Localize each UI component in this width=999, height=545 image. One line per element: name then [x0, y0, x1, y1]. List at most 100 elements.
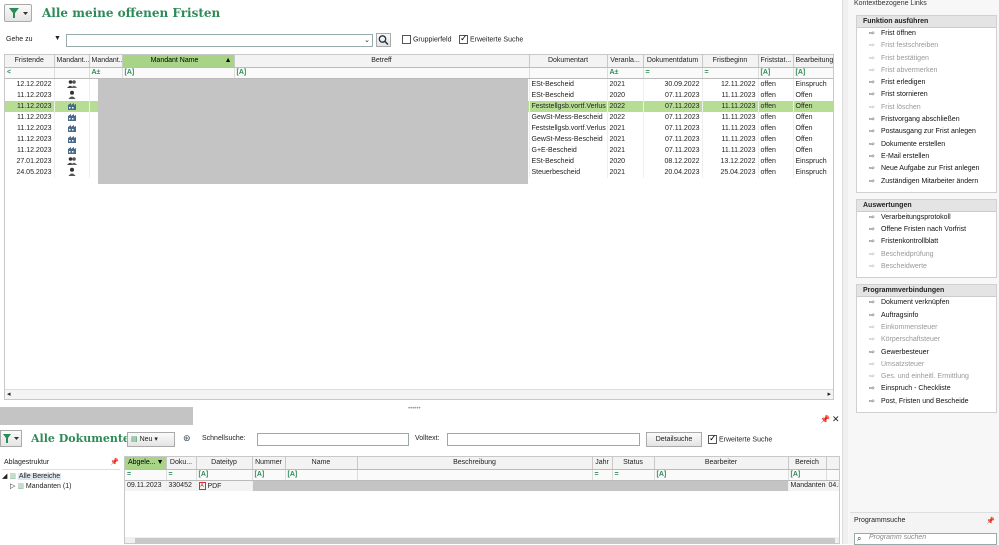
filter-cell[interactable]: [A] — [285, 469, 358, 481]
horizontal-scrollbar[interactable] — [125, 537, 839, 543]
column-header-0[interactable]: Abgele... ▼ — [125, 457, 167, 470]
sidebar-link-dokument-verknüpfen[interactable]: Dokument verknüpfen — [857, 298, 996, 311]
pin-icon[interactable]: 📌 — [986, 517, 995, 525]
column-header-8[interactable]: Fristbeginn — [702, 55, 759, 68]
checkbox-box[interactable] — [708, 433, 717, 444]
grid-filter-row[interactable]: = = [A] [A] [A] = = [A] [A] — [125, 469, 839, 481]
scroll-right-icon[interactable]: ▸ — [827, 390, 831, 398]
pin-icon[interactable]: 📌 — [110, 458, 119, 466]
column-header-6[interactable]: Jahr — [592, 457, 613, 470]
pin-icon[interactable]: 📌 — [820, 415, 830, 424]
filter-cell[interactable] — [826, 469, 839, 481]
column-header-3[interactable]: Nummer — [252, 457, 286, 470]
column-header-9[interactable]: Bereich — [788, 457, 827, 470]
sidebar-link-zuständigen-mitarbeiter-ändern[interactable]: Zuständigen Mitarbeiter ändern — [857, 177, 996, 190]
filter-cell[interactable]: [A] — [196, 469, 253, 481]
erweiterte-suche-checkbox[interactable]: Erweiterte Suche — [708, 433, 772, 444]
grid-filter-row[interactable]: < A± [A] [A] A± = = [A] [A] — [5, 67, 833, 79]
sidebar-link-gewerbesteuer[interactable]: Gewerbesteuer — [857, 348, 996, 361]
filter-cell[interactable]: [A] — [252, 469, 286, 481]
chevron-down-icon[interactable]: ▾ — [154, 436, 158, 443]
filter-cell[interactable]: = — [702, 67, 759, 79]
sidebar-link-fristvorgang-abschließen[interactable]: Fristvorgang abschließen — [857, 115, 996, 128]
column-header-5[interactable]: Beschreibung — [357, 457, 593, 470]
filter-cell[interactable]: A± — [607, 67, 644, 79]
column-header-5[interactable]: Dokumentart — [529, 55, 608, 68]
goto-input[interactable]: ⌄ — [66, 34, 373, 47]
filter-cell[interactable]: [A] — [234, 67, 530, 79]
filter-cell[interactable] — [529, 67, 608, 79]
filter-cell[interactable] — [54, 67, 90, 79]
volltext-input[interactable] — [447, 433, 640, 446]
column-header-extra[interactable] — [826, 457, 839, 470]
column-header-2[interactable]: Mandant... — [89, 55, 123, 68]
sidebar-link-offene-fristen-nach-vorfrist[interactable]: Offene Fristen nach Vorfrist — [857, 225, 996, 238]
splitter-handle[interactable]: •••••• — [408, 406, 421, 412]
column-header-1[interactable]: Doku... — [166, 457, 197, 470]
column-header-4[interactable]: Betreff — [234, 55, 530, 68]
sidebar-link-frist-stornieren[interactable]: Frist stornieren — [857, 90, 996, 103]
erweiterte-suche-checkbox[interactable]: Erweiterte Suche — [459, 33, 523, 44]
filter-cell[interactable]: = — [612, 469, 655, 481]
goto-dropdown-icon[interactable]: ▼ — [54, 35, 61, 42]
column-header-9[interactable]: Friststat... — [758, 55, 794, 68]
cell-fristbeginn: 11.11.2023 — [702, 133, 759, 145]
filter-cell[interactable] — [357, 469, 593, 481]
filter-cell[interactable]: [A] — [793, 67, 833, 79]
column-header-1[interactable]: Mandant... — [54, 55, 90, 68]
column-header-0[interactable]: Fristende — [5, 55, 55, 68]
filter-cell[interactable]: [A] — [788, 469, 827, 481]
sidebar-link-einspruch-checkliste[interactable]: Einspruch - Checkliste — [857, 384, 996, 397]
collapse-icon[interactable]: ◢ — [2, 473, 7, 480]
programmsuche-input[interactable]: ⌕ Programm suchen — [854, 533, 997, 545]
sidebar-link-auftragsinfo[interactable]: Auftragsinfo — [857, 311, 996, 324]
column-header-7[interactable]: Status — [612, 457, 655, 470]
sidebar-section-title: Funktion ausführen — [857, 16, 996, 28]
filter-cell[interactable]: [A] — [758, 67, 794, 79]
gruppierfeld-checkbox[interactable]: Gruppierfeld — [402, 35, 451, 44]
checkbox-box[interactable] — [459, 33, 468, 44]
sidebar-link-frist-erledigen[interactable]: Frist erledigen — [857, 78, 996, 91]
filter-cell[interactable]: = — [166, 469, 197, 481]
attach-icon[interactable]: ⊛ — [183, 433, 191, 444]
sidebar-link-frist-öffnen[interactable]: Frist öffnen — [857, 29, 996, 42]
scroll-thumb[interactable] — [135, 538, 835, 543]
column-header-4[interactable]: Name — [285, 457, 358, 470]
column-header-2[interactable]: Dateityp — [196, 457, 253, 470]
search-button[interactable] — [376, 33, 391, 47]
expand-icon[interactable]: ▷ — [10, 483, 15, 490]
detailsuche-button[interactable]: Detailsuche — [646, 432, 702, 447]
sidebar-link-neue-aufgabe-zur-frist-anlegen[interactable]: Neue Aufgabe zur Frist anlegen — [857, 164, 996, 177]
checkbox-box[interactable] — [402, 35, 411, 44]
schnellsuche-input[interactable] — [257, 433, 409, 446]
table-row[interactable]: 09.11.2023 330452 A PDF Mandanten 04.S — [125, 480, 839, 491]
filter-cell[interactable]: A± — [89, 67, 123, 79]
column-header-8[interactable]: Bearbeiter — [654, 457, 789, 470]
column-header-6[interactable]: Veranla... — [607, 55, 644, 68]
filter-icon — [9, 8, 28, 18]
neu-button[interactable]: ▤ Neu ▾ — [127, 432, 175, 447]
sidebar-link-e-mail-erstellen[interactable]: E-Mail erstellen — [857, 152, 996, 165]
column-header-7[interactable]: Dokumentdatum — [643, 55, 703, 68]
sidebar-link-dokumente-erstellen[interactable]: Dokumente erstellen — [857, 140, 996, 153]
filter-cell[interactable]: [A] — [654, 469, 789, 481]
tree-item-mandanten[interactable]: ▷ ▥ Mandanten (1) — [2, 482, 120, 492]
horizontal-scrollbar[interactable]: ◂ ▸ — [5, 389, 833, 399]
column-header-10[interactable]: Bearbeitungss — [793, 55, 833, 68]
filter-cell[interactable]: = — [592, 469, 613, 481]
filter-cell[interactable]: = — [643, 67, 703, 79]
sidebar-link-postausgang-zur-frist-anlegen[interactable]: Postausgang zur Frist anlegen — [857, 127, 996, 140]
filter-cell[interactable]: < — [5, 67, 55, 79]
tree-item-alle-bereiche[interactable]: ◢ ▥ Alle Bereiche — [2, 472, 120, 482]
sidebar-link-fristenkontrollblatt[interactable]: Fristenkontrollblatt — [857, 237, 996, 250]
scroll-left-icon[interactable]: ◂ — [7, 390, 11, 398]
column-header-3[interactable]: Mandant Name ▲ — [122, 55, 235, 68]
filter-dropdown-button[interactable] — [0, 430, 22, 447]
chevron-down-icon[interactable]: ⌄ — [364, 36, 370, 44]
filter-cell[interactable]: = — [125, 469, 167, 481]
close-icon[interactable]: ✕ — [832, 414, 840, 425]
filter-dropdown-button[interactable] — [4, 4, 32, 22]
sidebar-link-verarbeitungsprotokoll[interactable]: Verarbeitungsprotokoll — [857, 213, 996, 226]
sidebar-link-post-fristen-und-bescheide[interactable]: Post, Fristen und Bescheide — [857, 397, 996, 410]
filter-cell[interactable]: [A] — [122, 67, 235, 79]
